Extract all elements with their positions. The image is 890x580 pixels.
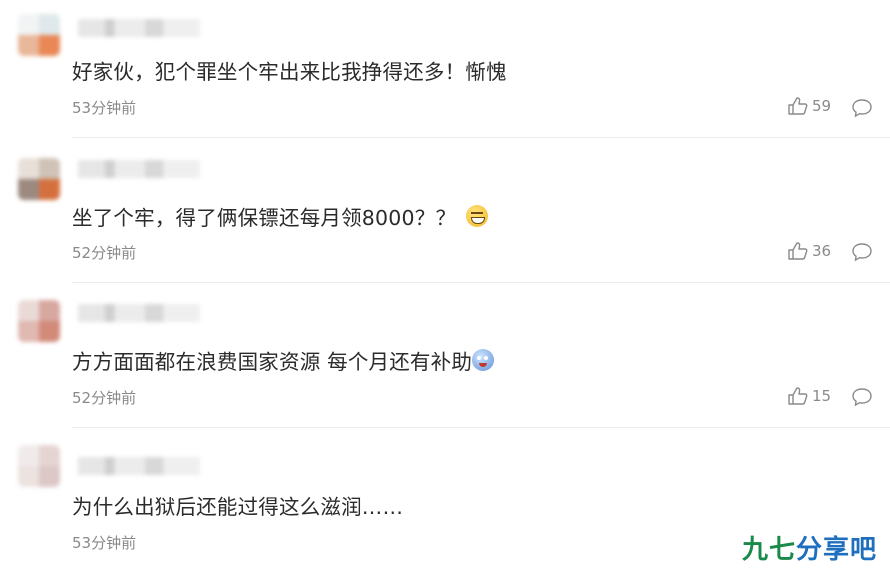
divider [72, 137, 890, 138]
like-count: 59 [812, 97, 832, 115]
speech-bubble-icon[interactable] [851, 98, 873, 118]
comment-time: 52分钟前 [72, 244, 137, 262]
comment-text-content: 方方面面都在浪费国家资源 每个月还有补助 [72, 350, 473, 374]
comment-item: 好家伙，犯个罪坐个牢出来比我挣得还多！惭愧 53分钟前 59 [0, 0, 890, 145]
comment-time: 53分钟前 [72, 534, 137, 552]
divider [72, 427, 890, 428]
avatar[interactable] [18, 445, 60, 487]
avatar[interactable] [18, 158, 60, 200]
comment-text: 坐了个牢，得了俩保镖还每月领8000？？ [72, 201, 489, 231]
comment-text: 为什么出狱后还能过得这么滋润…… [72, 495, 404, 519]
like-button[interactable]: 15 [788, 387, 831, 405]
avatar[interactable] [18, 300, 60, 342]
speech-bubble-icon[interactable] [851, 387, 873, 407]
comment-time: 52分钟前 [72, 389, 137, 407]
like-count: 36 [812, 242, 832, 260]
comment-text: 方方面面都在浪费国家资源 每个月还有补助 [72, 345, 495, 375]
username-blurred[interactable] [78, 304, 200, 322]
divider [72, 282, 890, 283]
comment-item: 方方面面都在浪费国家资源 每个月还有补助 52分钟前 15 [0, 290, 890, 435]
like-button[interactable]: 36 [788, 242, 831, 260]
comment-time: 53分钟前 [72, 99, 137, 117]
like-button[interactable]: 59 [788, 97, 831, 115]
speech-bubble-icon[interactable] [851, 242, 873, 262]
grin-sweat-emoji [466, 205, 489, 227]
doraemon-emoji [472, 349, 495, 371]
comment-item: 坐了个牢，得了俩保镖还每月领8000？？ 52分钟前 36 [0, 145, 890, 290]
thumbs-up-icon [788, 387, 808, 405]
comment-text-content: 坐了个牢，得了俩保镖还每月领8000？？ [72, 206, 457, 230]
thumbs-up-icon [788, 242, 808, 260]
comment-text: 好家伙，犯个罪坐个牢出来比我挣得还多！惭愧 [72, 60, 507, 84]
username-blurred[interactable] [78, 457, 200, 475]
like-count: 15 [812, 387, 832, 405]
watermark-part1: 九七 [742, 535, 797, 565]
username-blurred[interactable] [78, 19, 200, 37]
watermark-logo: 九七分享吧 [742, 529, 877, 566]
thumbs-up-icon [788, 97, 808, 115]
watermark-part2: 分享吧 [796, 535, 878, 565]
username-blurred[interactable] [78, 160, 200, 178]
avatar[interactable] [18, 14, 60, 56]
